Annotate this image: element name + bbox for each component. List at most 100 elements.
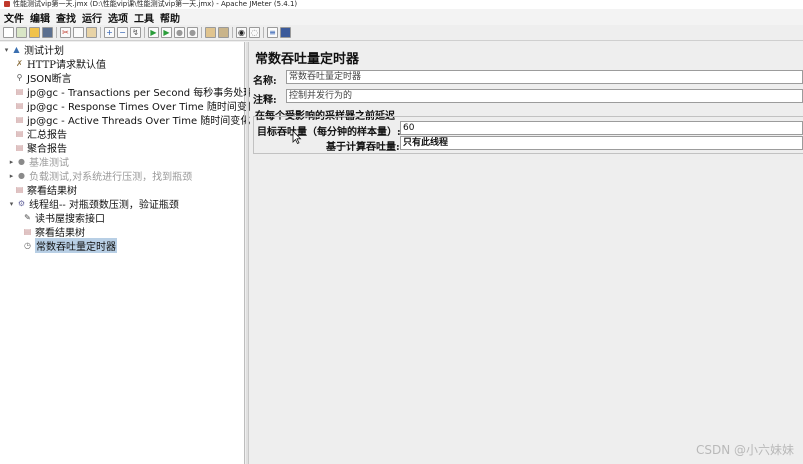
tree-item-tps-listener[interactable]: ▤ jp@gc - Transactions per Second 每秒事务处理… (14, 85, 264, 99)
graph-icon: ▤ (15, 87, 24, 96)
calc-mode-select[interactable]: 只有此线程 (400, 136, 803, 150)
tree-item-label: 负载测试,对系统进行压测，找到瓶颈 (29, 172, 193, 183)
toolbar-separator (144, 27, 145, 38)
test-plan-tree[interactable]: ▾ ▲ 测试计划 ✗ HTTP请求默认值 ⚲ JSON断言 ▤ jp@gc - … (0, 42, 270, 464)
target-throughput-label: 目标吞吐量（每分钟的样本量）: (257, 127, 401, 138)
tree-item-label: 基准测试 (29, 158, 69, 169)
tree-item-label: 常数吞吐量定时器 (35, 238, 117, 253)
name-label: 名称: (253, 76, 277, 87)
report-icon: ▤ (23, 227, 32, 236)
report-icon: ▤ (15, 143, 24, 152)
expand-icon[interactable]: + (104, 27, 115, 38)
comment-field[interactable]: 控制并发行为的 (286, 89, 803, 103)
tree-expander-icon[interactable]: ▾ (2, 46, 11, 54)
copy-icon[interactable] (73, 27, 84, 38)
tree-item-label: 汇总报告 (27, 130, 67, 141)
tree-expander-icon[interactable]: ▸ (7, 158, 16, 166)
tree-item-label: 测试计划 (24, 46, 64, 57)
tree-item-label: 察看结果树 (27, 186, 77, 197)
calc-mode-label: 基于计算吞吐量: (326, 142, 400, 153)
tree-item-label: 线程组-- 对瓶颈数压测，验证瓶颈 (29, 200, 179, 211)
tree-item-label: HTTP请求默认值 (27, 60, 106, 71)
toggle-icon[interactable]: ↯ (130, 27, 141, 38)
toolbar-separator (56, 27, 57, 38)
thread-group-icon: ● (18, 157, 25, 166)
tree-item-response-times-listener[interactable]: ▤ jp@gc - Response Times Over Time 随时间变化… (14, 99, 267, 113)
start-no-pause-icon[interactable]: ▶ (161, 27, 172, 38)
tree-item-summary-report[interactable]: ▤ 汇总报告 (14, 127, 67, 141)
tree-item-search-sampler[interactable]: ✎ 读书屋搜索接口 (22, 211, 105, 225)
wrench-icon: ✗ (16, 59, 23, 68)
reset-search-icon[interactable]: ◌ (249, 27, 260, 38)
help-icon[interactable] (280, 27, 291, 38)
tree-item-label: jp@gc - Transactions per Second 每秒事务处理量 (27, 88, 264, 99)
toolbar: ✂ + − ↯ ▶ ▶ ● ● ◉ ◌ ≡ (0, 25, 803, 41)
tree-item-constant-throughput-timer[interactable]: ◷ 常数吞吐量定时器 (22, 238, 117, 253)
graph-icon: ▤ (15, 115, 24, 124)
menu-run[interactable]: 运行 (82, 10, 102, 25)
menu-tools[interactable]: 工具 (134, 10, 154, 25)
tree-item-label: 读书屋搜索接口 (35, 214, 105, 225)
menu-file[interactable]: 文件 (4, 10, 24, 25)
shutdown-icon[interactable]: ● (187, 27, 198, 38)
menu-search[interactable]: 查找 (56, 10, 76, 25)
timer-config-panel: 常数吞吐量定时器 名称: 常数吞吐量定时器 注释: 控制并发行为的 在每个受影响… (250, 42, 803, 464)
report-icon: ▤ (15, 185, 24, 194)
templates-icon[interactable] (16, 27, 27, 38)
tree-item-thread-group[interactable]: ▾ ⚙ 线程组-- 对瓶颈数压测，验证瓶颈 (7, 197, 179, 211)
tree-item-load-test[interactable]: ▸ ● 负载测试,对系统进行压测，找到瓶颈 (7, 169, 193, 183)
cut-icon[interactable]: ✂ (60, 27, 71, 38)
split-pane-divider[interactable] (246, 42, 249, 464)
toolbar-separator (100, 27, 101, 38)
magnifier-icon: ⚲ (16, 73, 23, 82)
jmeter-app-icon (4, 1, 10, 7)
stop-icon[interactable]: ● (174, 27, 185, 38)
graph-icon: ▤ (15, 101, 24, 110)
tree-item-active-threads-listener[interactable]: ▤ jp@gc - Active Threads Over Time 随时间变化… (14, 113, 271, 127)
tree-item-http-defaults[interactable]: ✗ HTTP请求默认值 (14, 57, 106, 71)
page-title: 常数吞吐量定时器 (255, 52, 360, 67)
tree-item-json-assertion[interactable]: ⚲ JSON断言 (14, 71, 72, 85)
window-title: 性能测试vip第一天.jmx (D:\性能vip课\性能测试vip第一天.jmx… (13, 0, 298, 8)
watermark: CSDN @小六妹妹 (695, 443, 794, 457)
tree-item-label: JSON断言 (27, 74, 72, 85)
report-icon: ▤ (15, 129, 24, 138)
menu-edit[interactable]: 编辑 (30, 10, 50, 25)
start-icon[interactable]: ▶ (148, 27, 159, 38)
mouse-cursor-icon (292, 130, 302, 144)
tree-item-label: jp@gc - Response Times Over Time 随时间变化响 (27, 102, 267, 113)
tree-item-aggregate-report[interactable]: ▤ 聚合报告 (14, 141, 67, 155)
toolbar-separator (201, 27, 202, 38)
toolbar-separator (232, 27, 233, 38)
window-titlebar: 性能测试vip第一天.jmx (D:\性能vip课\性能测试vip第一天.jmx… (0, 0, 803, 9)
clear-icon[interactable] (205, 27, 216, 38)
function-helper-icon[interactable]: ≡ (267, 27, 278, 38)
paste-icon[interactable] (86, 27, 97, 38)
tree-item-label: 察看结果树 (35, 228, 85, 239)
test-plan-icon: ▲ (13, 45, 20, 54)
tree-item-results-tree[interactable]: ▤ 察看结果树 (14, 183, 77, 197)
menu-options[interactable]: 选项 (108, 10, 128, 25)
tree-item-results-tree-child[interactable]: ▤ 察看结果树 (22, 225, 85, 239)
new-icon[interactable] (3, 27, 14, 38)
clear-all-icon[interactable] (218, 27, 229, 38)
tree-expander-icon[interactable]: ▸ (7, 172, 16, 180)
tree-item-test-plan[interactable]: ▾ ▲ 测试计划 (2, 43, 64, 57)
search-icon[interactable]: ◉ (236, 27, 247, 38)
collapse-icon[interactable]: − (117, 27, 128, 38)
save-icon[interactable] (42, 27, 53, 38)
menu-help[interactable]: 帮助 (160, 10, 180, 25)
open-icon[interactable] (29, 27, 40, 38)
pencil-icon: ✎ (24, 213, 31, 222)
tree-item-label: 聚合报告 (27, 144, 67, 155)
target-throughput-field[interactable]: 60 (400, 121, 803, 135)
thread-group-icon: ● (18, 171, 25, 180)
menubar: 文件 编辑 查找 运行 选项 工具 帮助 (0, 9, 803, 25)
comment-label: 注释: (253, 95, 277, 106)
tree-item-label: jp@gc - Active Threads Over Time 随时间变化的活 (27, 116, 271, 127)
toolbar-separator (263, 27, 264, 38)
name-field[interactable]: 常数吞吐量定时器 (286, 70, 803, 84)
timer-icon: ◷ (24, 241, 31, 250)
tree-expander-icon[interactable]: ▾ (7, 200, 16, 208)
tree-item-baseline-test[interactable]: ▸ ● 基准测试 (7, 155, 69, 169)
